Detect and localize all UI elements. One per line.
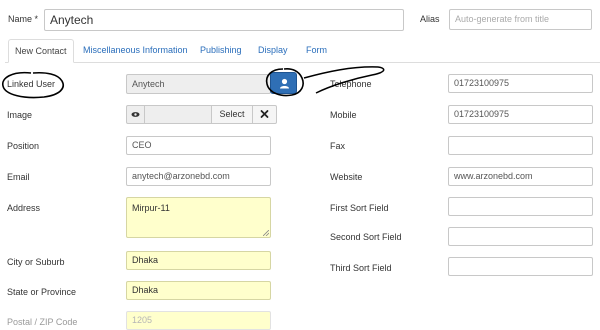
first-sort-field[interactable] (448, 197, 593, 216)
tab-publishing[interactable]: Publishing (194, 39, 248, 63)
address-label: Address (7, 203, 41, 213)
alias-field[interactable]: Auto-generate from title (449, 9, 592, 30)
first-sort-label: First Sort Field (330, 203, 389, 213)
fax-label: Fax (330, 141, 346, 151)
address-textarea[interactable]: Mirpur-11 (126, 197, 271, 238)
address-value: Mirpur-11 (132, 203, 170, 213)
postal-field[interactable]: 1205 (126, 311, 271, 330)
website-field[interactable]: www.arzonebd.com (448, 167, 593, 186)
image-clear-button[interactable] (252, 105, 277, 124)
fax-field[interactable] (448, 136, 593, 155)
tab-display[interactable]: Display (252, 39, 294, 63)
third-sort-field[interactable] (448, 257, 593, 276)
third-sort-label: Third Sort Field (330, 263, 392, 273)
eye-icon (131, 112, 140, 117)
state-label: State or Province (7, 287, 77, 297)
tab-new-contact[interactable]: New Contact (8, 39, 74, 63)
mobile-field[interactable]: 01723100975 (448, 105, 593, 124)
tab-form[interactable]: Form (300, 39, 333, 63)
alias-label: Alias (420, 14, 440, 24)
tab-miscellaneous-information[interactable]: Miscellaneous Information (77, 39, 194, 63)
email-label: Email (7, 172, 30, 182)
telephone-label: Telephone (330, 79, 372, 89)
name-field[interactable]: Anytech (44, 9, 404, 31)
linked-user-label: Linked User (7, 79, 56, 89)
name-label: Name * (8, 14, 39, 24)
state-field[interactable]: Dhaka (126, 281, 271, 300)
website-label: Website (330, 172, 363, 182)
image-select-button[interactable]: Select (211, 105, 253, 124)
image-label: Image (7, 110, 33, 120)
second-sort-field[interactable] (448, 227, 593, 246)
position-label: Position (7, 141, 40, 151)
postal-label: Postal / ZIP Code (7, 317, 78, 327)
mobile-label: Mobile (330, 110, 357, 120)
second-sort-label: Second Sort Field (330, 232, 402, 242)
linked-user-field: Anytech (126, 74, 271, 94)
city-label: City or Suburb (7, 257, 65, 267)
telephone-field[interactable]: 01723100975 (448, 74, 593, 93)
times-icon (260, 110, 269, 118)
image-path-field (144, 105, 212, 124)
select-user-button[interactable] (270, 72, 297, 94)
email-field[interactable]: anytech@arzonebd.com (126, 167, 271, 186)
city-field[interactable]: Dhaka (126, 251, 271, 270)
image-preview-button[interactable] (126, 105, 145, 124)
position-field[interactable]: CEO (126, 136, 271, 155)
user-icon (280, 78, 289, 89)
resize-grip-icon[interactable] (263, 230, 269, 236)
